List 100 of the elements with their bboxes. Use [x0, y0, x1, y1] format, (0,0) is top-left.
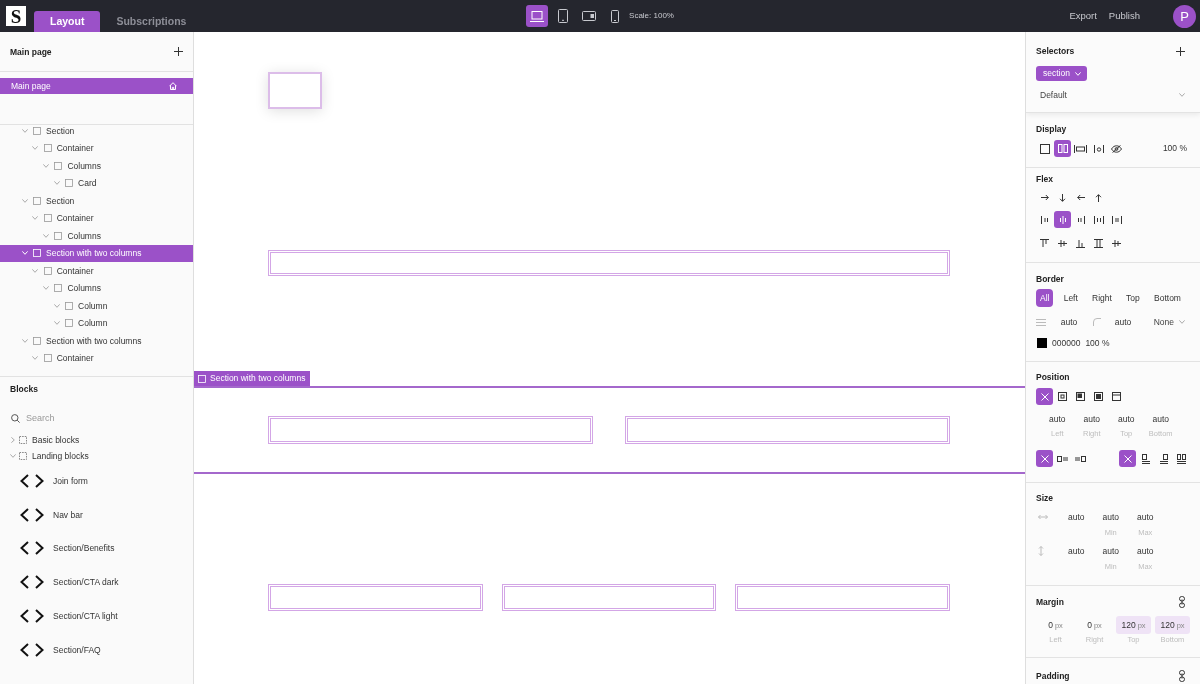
section-title: Selectors: [1036, 45, 1075, 57]
square-icon: [198, 374, 206, 383]
justify-center-icon: [1058, 215, 1067, 224]
section-title: Display: [1036, 123, 1067, 135]
tree-item[interactable]: Section with two columns: [0, 244, 193, 262]
chevron-down-icon: [1179, 320, 1185, 324]
block-group[interactable]: Landing blocks: [0, 448, 193, 464]
justify-start-icon: [1040, 215, 1049, 224]
tree-item[interactable]: Column: [0, 297, 193, 315]
section-tag[interactable]: Section with two columns: [194, 371, 311, 386]
block-item[interactable]: Section/Benefits: [0, 531, 193, 566]
align-top-icon: [1040, 239, 1049, 248]
search-icon: [11, 413, 20, 423]
tree-item[interactable]: Container: [0, 139, 193, 157]
square-icon: [33, 249, 41, 258]
block-item[interactable]: Join form: [0, 464, 193, 498]
x-icon: [1123, 454, 1132, 463]
size-field[interactable]: auto: [1128, 545, 1163, 557]
border-side-tab[interactable]: All: [1036, 289, 1054, 307]
tree-item[interactable]: Section: [0, 125, 193, 140]
border-side-tab[interactable]: Left: [1059, 289, 1082, 307]
block-item[interactable]: Section/FAQ: [0, 633, 193, 667]
square-icon: [43, 354, 52, 363]
tree-item[interactable]: Container: [0, 209, 193, 227]
block-group[interactable]: Basic blocks: [0, 432, 193, 448]
border-side-tab[interactable]: Right: [1088, 289, 1116, 307]
justify-around-icon: [1111, 215, 1122, 224]
state-select[interactable]: Default: [1036, 87, 1185, 103]
code-icon: [20, 473, 44, 488]
add-selector-button[interactable]: [1176, 46, 1185, 56]
link-toggle[interactable]: [1179, 596, 1185, 608]
square-icon: [65, 301, 74, 310]
selector-chip[interactable]: section: [1036, 66, 1087, 81]
color-field[interactable]: 000000: [1052, 337, 1081, 349]
align-middle-icon: [1058, 239, 1067, 248]
add-page-button[interactable]: [174, 47, 183, 56]
offset-field[interactable]: auto: [1074, 413, 1109, 425]
offset-field[interactable]: auto: [1109, 413, 1144, 425]
block-item[interactable]: Section/CTA dark: [0, 565, 193, 600]
color-swatch-icon[interactable]: [1037, 338, 1047, 348]
code-icon: [20, 541, 44, 556]
section-title: Margin: [1036, 596, 1064, 608]
tree-item[interactable]: Card: [0, 174, 193, 192]
device-button[interactable]: [526, 5, 549, 27]
tree-item[interactable]: Columns: [0, 279, 193, 297]
tree-item[interactable]: Section: [0, 192, 193, 210]
code-icon: [20, 642, 44, 657]
toolbar-button[interactable]: Export: [1069, 10, 1097, 22]
link-icon: [1179, 596, 1185, 608]
tree-item[interactable]: Columns: [0, 157, 193, 175]
square-header-icon: [1112, 392, 1121, 401]
size-field[interactable]: auto: [1093, 511, 1128, 523]
link-toggle[interactable]: [1179, 670, 1185, 682]
tree-item[interactable]: Column: [0, 314, 193, 332]
box-above-lines-icon: [1159, 453, 1168, 464]
border-style-select[interactable]: None: [1153, 316, 1185, 328]
tree-item[interactable]: Section with two columns: [0, 332, 193, 350]
tab[interactable]: Subscriptions: [100, 11, 203, 32]
search-field[interactable]: Search: [26, 408, 176, 428]
size-field[interactable]: auto: [1059, 545, 1094, 557]
offset-field[interactable]: auto: [1040, 413, 1075, 425]
x-icon: [1040, 392, 1049, 401]
eye-slash-icon: [1111, 144, 1122, 153]
panel-title: Main page: [10, 45, 52, 58]
page-item[interactable]: Main page: [0, 78, 193, 94]
square-icon: [1039, 143, 1050, 154]
line-weight-icon: [1036, 318, 1046, 326]
opacity-field[interactable]: 100 %: [1085, 337, 1110, 349]
panel-title: Blocks: [10, 383, 38, 395]
dashed-square-icon: [19, 452, 27, 460]
opacity-field[interactable]: 100 %: [1162, 143, 1187, 154]
size-field[interactable]: auto: [1093, 545, 1128, 557]
square-filled-center-icon: [1094, 392, 1103, 401]
avatar[interactable]: P: [1173, 4, 1196, 28]
tab[interactable]: Layout: [34, 11, 101, 32]
tablet-landscape-icon: [582, 11, 597, 21]
justify-between-icon: [1093, 215, 1104, 224]
block-item[interactable]: Section/CTA light: [0, 599, 193, 633]
size-field[interactable]: auto: [1128, 511, 1163, 523]
border-side-tab[interactable]: Top: [1122, 289, 1144, 307]
tablet-icon: [558, 9, 569, 23]
tree-item[interactable]: Container: [0, 349, 193, 367]
block-item[interactable]: Nav bar: [0, 497, 193, 532]
border-width-field[interactable]: auto: [1054, 316, 1084, 328]
tree-item[interactable]: Columns: [0, 227, 193, 245]
box-above-lines-icon: [1141, 453, 1150, 464]
border-side-tab[interactable]: Bottom: [1150, 289, 1185, 307]
justify-end-icon: [1076, 215, 1085, 224]
columns-icon: [1057, 144, 1068, 153]
square-icon: [33, 336, 41, 345]
size-field[interactable]: auto: [1059, 511, 1094, 523]
offset-field[interactable]: auto: [1143, 413, 1178, 425]
square-icon: [54, 284, 63, 293]
border-radius-field[interactable]: auto: [1108, 316, 1138, 328]
link-icon: [1179, 670, 1185, 682]
tree-item[interactable]: Container: [0, 262, 193, 280]
arrow-up-icon: [1095, 193, 1102, 202]
align-stretch-icon: [1094, 239, 1103, 248]
toolbar-button[interactable]: Publish: [1108, 10, 1140, 22]
code-icon: [20, 609, 44, 624]
